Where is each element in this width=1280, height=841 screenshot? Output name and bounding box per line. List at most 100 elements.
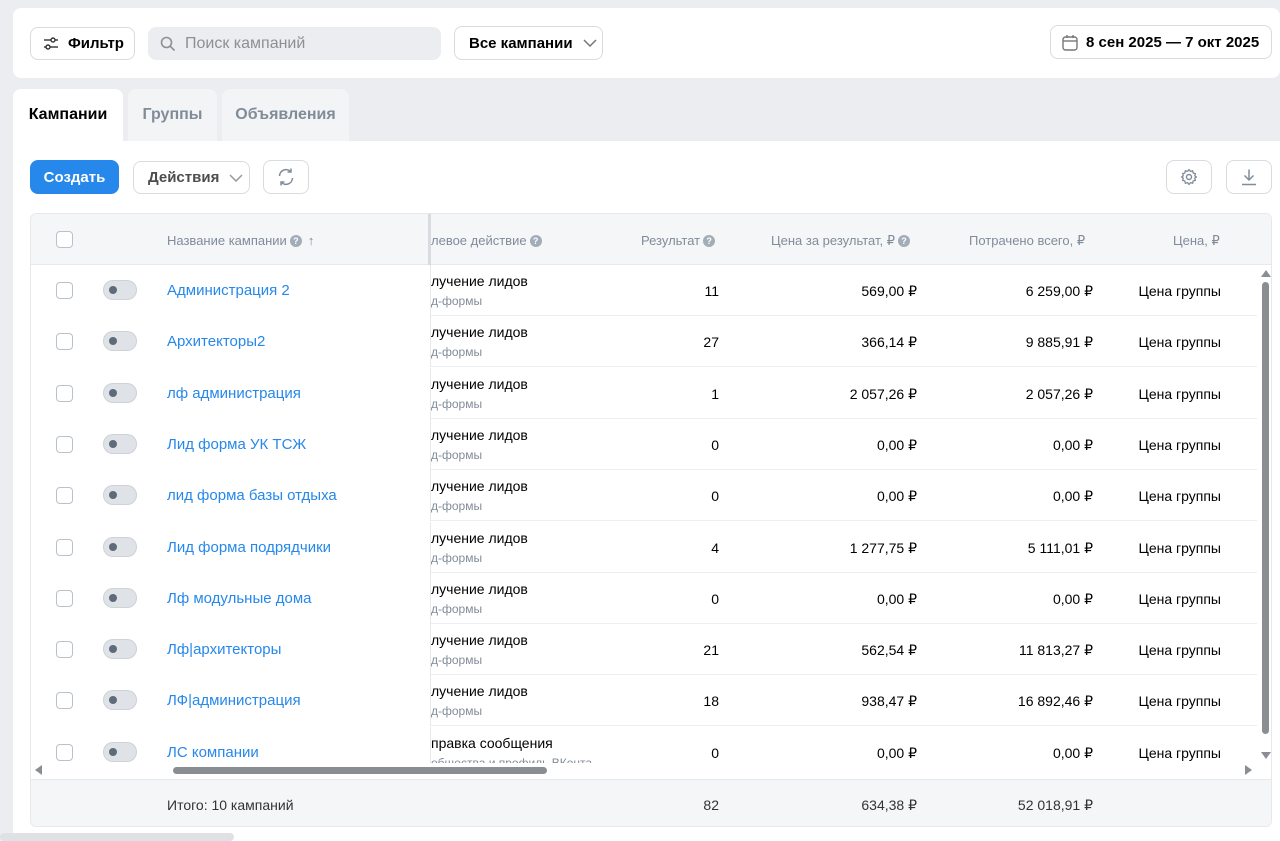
column-resize-handle[interactable] bbox=[428, 214, 431, 265]
goal-subtext: д-формы bbox=[431, 499, 483, 514]
row-checkbox[interactable] bbox=[56, 487, 73, 505]
row-checkbox[interactable] bbox=[56, 692, 73, 710]
vertical-scroll-thumb[interactable] bbox=[1262, 282, 1269, 734]
tab-groups[interactable]: Группы bbox=[128, 89, 217, 141]
scroll-right-icon[interactable] bbox=[1245, 765, 1252, 775]
row-checkbox[interactable] bbox=[56, 384, 73, 402]
header-spent[interactable]: Потрачено всего, ₽ bbox=[969, 233, 1085, 249]
result-cell: 21 bbox=[703, 642, 719, 659]
campaign-name-link[interactable]: ЛФ|администрация bbox=[167, 692, 301, 709]
campaign-toggle[interactable] bbox=[103, 587, 137, 608]
create-button[interactable]: Создать bbox=[30, 160, 119, 194]
goal-cell: лучение лидов д-формы bbox=[431, 632, 681, 667]
search-input[interactable] bbox=[185, 34, 425, 53]
vertical-scrollbar[interactable] bbox=[1260, 266, 1271, 764]
actions-dropdown[interactable]: Действия bbox=[133, 161, 250, 194]
row-checkbox[interactable] bbox=[56, 641, 73, 659]
result-cell: 0 bbox=[711, 488, 719, 505]
price-cell: Цена группы bbox=[1138, 693, 1221, 710]
date-range-label: 8 сен 2025 — 7 окт 2025 bbox=[1086, 33, 1260, 51]
page-scrollbar[interactable] bbox=[0, 833, 234, 841]
campaign-name-link[interactable]: ЛС компании bbox=[167, 744, 259, 761]
help-icon[interactable]: ? bbox=[703, 234, 716, 247]
cost-per-result-cell: 0,00 ₽ bbox=[876, 744, 917, 761]
horizontal-scroll-thumb[interactable] bbox=[173, 767, 547, 774]
goal-cell: лучение лидов д-формы bbox=[431, 376, 681, 411]
campaign-select[interactable]: Все кампании bbox=[454, 26, 603, 60]
campaign-toggle[interactable] bbox=[103, 433, 137, 454]
header-goal[interactable]: левое действие ? bbox=[431, 233, 542, 248]
table-row[interactable]: лучение лидов д-формы 27 366,14 ₽ 9 885,91 ₽… bbox=[31, 316, 1257, 368]
campaign-name-link[interactable]: Лф|архитекторы bbox=[167, 641, 281, 658]
spent-cell: 2 057,26 ₽ bbox=[1025, 385, 1093, 402]
campaign-toggle[interactable] bbox=[103, 639, 137, 660]
goal-text: правка сообщения bbox=[431, 734, 553, 751]
table-row[interactable]: лучение лидов д-формы 11 569,00 ₽ 6 259,00 ₽… bbox=[31, 265, 1257, 316]
table-row[interactable]: лучение лидов д-формы 18 938,47 ₽ 16 892,46 … bbox=[31, 675, 1257, 727]
table-row[interactable]: лучение лидов д-формы 0 0,00 ₽ 0,00 ₽ Цена гр… bbox=[31, 418, 1257, 470]
row-checkbox[interactable] bbox=[56, 333, 73, 351]
refresh-button[interactable] bbox=[263, 160, 309, 194]
settings-button[interactable] bbox=[1166, 160, 1212, 194]
row-checkbox[interactable] bbox=[56, 282, 73, 299]
campaign-name-link[interactable]: Лф модульные дома bbox=[167, 590, 312, 607]
row-checkbox[interactable] bbox=[56, 538, 73, 556]
table-row[interactable]: лучение лидов д-формы 0 0,00 ₽ 0,00 ₽ Цена гр… bbox=[31, 470, 1257, 522]
campaign-toggle[interactable] bbox=[103, 690, 137, 711]
campaign-toggle[interactable] bbox=[103, 382, 137, 403]
campaign-name-link[interactable]: лф администрация bbox=[167, 385, 301, 402]
tab-ads[interactable]: Объявления bbox=[222, 89, 349, 141]
price-cell: Цена группы bbox=[1138, 642, 1221, 659]
goal-subtext: д-формы bbox=[431, 345, 483, 360]
scroll-up-icon[interactable] bbox=[1261, 270, 1271, 277]
campaign-name-link[interactable]: Лид форма УК ТСЖ bbox=[167, 436, 306, 453]
goal-subtext: д-формы bbox=[431, 601, 483, 616]
campaign-name-link[interactable]: Архитекторы2 bbox=[167, 333, 265, 350]
goal-text: лучение лидов bbox=[431, 273, 528, 289]
tab-campaigns[interactable]: Кампании bbox=[13, 89, 123, 141]
table-row[interactable]: лучение лидов д-формы 21 562,54 ₽ 11 813,27 … bbox=[31, 624, 1257, 676]
header-result[interactable]: Результат ? bbox=[641, 233, 716, 248]
filter-button[interactable]: Фильтр bbox=[30, 27, 135, 60]
result-cell: 0 bbox=[711, 744, 719, 761]
help-icon[interactable]: ? bbox=[289, 234, 302, 247]
row-checkbox[interactable] bbox=[56, 589, 73, 607]
download-button[interactable] bbox=[1226, 160, 1272, 194]
result-cell: 0 bbox=[711, 590, 719, 607]
campaign-name-link[interactable]: Администрация 2 bbox=[167, 282, 290, 299]
table-body: лучение лидов д-формы 11 569,00 ₽ 6 259,00 ₽… bbox=[31, 265, 1257, 763]
search-box[interactable] bbox=[148, 27, 441, 60]
tab-label: Объявления bbox=[235, 106, 336, 123]
goal-text: лучение лидов bbox=[431, 478, 528, 495]
scroll-down-icon[interactable] bbox=[1261, 752, 1271, 759]
table-row[interactable]: лучение лидов д-формы 1 2 057,26 ₽ 2 057,26 … bbox=[31, 367, 1257, 419]
campaign-toggle[interactable] bbox=[103, 741, 137, 762]
campaign-name-link[interactable]: лид форма базы отдыха bbox=[167, 487, 337, 504]
campaign-toggle[interactable] bbox=[103, 536, 137, 557]
sort-arrow-icon[interactable]: ↑ bbox=[308, 233, 315, 248]
table-row[interactable]: лучение лидов д-формы 4 1 277,75 ₽ 5 111,01 … bbox=[31, 521, 1257, 573]
row-checkbox[interactable] bbox=[56, 435, 73, 453]
header-cost-per-result[interactable]: Цена за результат, ₽ ? bbox=[771, 233, 910, 249]
table-row[interactable]: лучение лидов д-формы 0 0,00 ₽ 0,00 ₽ Цена гр… bbox=[31, 572, 1257, 624]
header-name[interactable]: Название кампании ? ↑ bbox=[167, 233, 314, 248]
campaign-toggle[interactable] bbox=[103, 331, 137, 352]
table-row[interactable]: правка сообщения общества и профиль ВКонт… bbox=[31, 726, 1257, 763]
campaign-name-link[interactable]: Лид форма подрядчики bbox=[167, 539, 331, 556]
horizontal-scrollbar[interactable] bbox=[31, 763, 1257, 777]
header-price[interactable]: Цена, ₽ bbox=[1173, 233, 1220, 249]
goal-text: лучение лидов bbox=[431, 529, 528, 546]
goal-cell: лучение лидов д-формы bbox=[431, 324, 681, 359]
help-icon[interactable]: ? bbox=[897, 235, 910, 247]
price-cell: Цена группы bbox=[1138, 385, 1221, 402]
date-range-picker[interactable]: 8 сен 2025 — 7 окт 2025 bbox=[1050, 25, 1272, 59]
result-cell: 27 bbox=[703, 334, 719, 351]
help-icon[interactable]: ? bbox=[529, 234, 542, 247]
scroll-left-icon[interactable] bbox=[35, 765, 42, 775]
goal-text: лучение лидов bbox=[431, 683, 528, 700]
campaign-toggle[interactable] bbox=[103, 280, 137, 300]
goal-subtext: д-формы bbox=[431, 653, 483, 668]
select-all-checkbox[interactable] bbox=[56, 231, 73, 248]
row-checkbox[interactable] bbox=[56, 743, 73, 761]
campaign-toggle[interactable] bbox=[103, 485, 137, 506]
